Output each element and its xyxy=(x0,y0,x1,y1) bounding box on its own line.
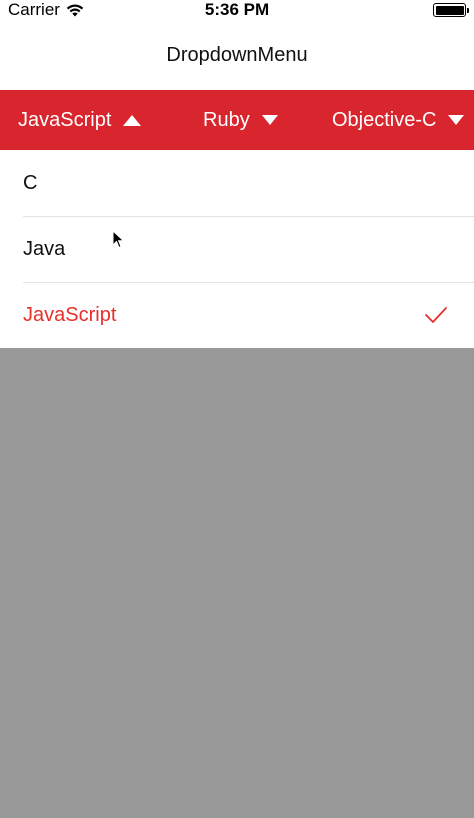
navigation-bar: DropdownMenu xyxy=(0,20,474,90)
tab-ruby[interactable]: Ruby xyxy=(203,90,278,150)
option-java[interactable]: Java xyxy=(0,216,474,282)
option-c[interactable]: C xyxy=(0,150,474,216)
status-bar: Carrier 5:36 PM xyxy=(0,0,474,20)
option-label: C xyxy=(23,171,38,194)
dropdown-options-list: C Java JavaScript xyxy=(0,150,474,348)
tab-label: Ruby xyxy=(203,108,250,131)
tab-objective-c[interactable]: Objective-C xyxy=(332,90,465,150)
nav-title: DropdownMenu xyxy=(166,43,308,66)
option-label: Java xyxy=(23,237,66,260)
carrier-label: Carrier xyxy=(8,0,60,19)
arrow-down-icon xyxy=(448,115,465,125)
battery-icon xyxy=(433,3,469,17)
checkmark-icon xyxy=(425,307,447,323)
arrow-down-icon xyxy=(261,115,278,125)
option-javascript[interactable]: JavaScript xyxy=(0,282,474,348)
tab-javascript[interactable]: JavaScript xyxy=(18,90,142,150)
status-left: Carrier xyxy=(8,0,84,20)
battery-level-fill xyxy=(435,5,464,15)
tab-label: JavaScript xyxy=(18,108,112,131)
tab-label: Objective-C xyxy=(332,108,437,131)
dim-overlay[interactable] xyxy=(0,348,474,818)
option-label: JavaScript xyxy=(23,303,117,326)
wifi-icon xyxy=(66,4,84,17)
arrow-up-icon xyxy=(123,114,142,126)
dropdown-tab-bar: JavaScript Ruby Objective-C xyxy=(0,90,474,150)
